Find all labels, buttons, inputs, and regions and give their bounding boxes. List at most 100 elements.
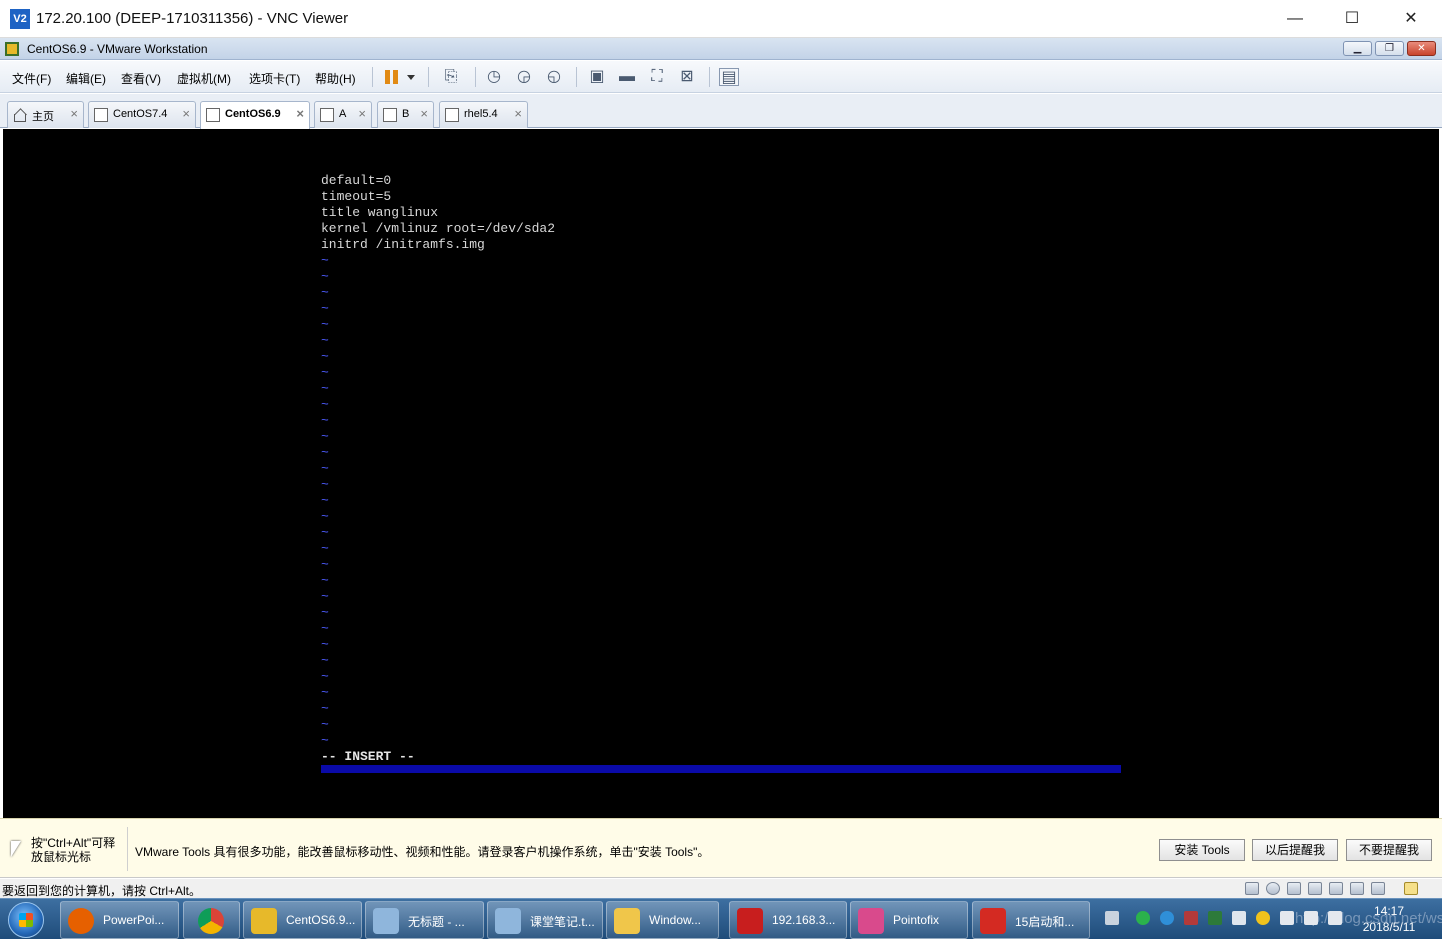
toolbar-separator — [428, 67, 429, 87]
tilde-marker: ~ — [321, 365, 329, 380]
empty-line-markers: ~ ~ ~ ~ ~ ~ ~ ~ ~ ~ ~ ~ ~ ~ ~ ~ ~ ~ ~ ~ ~ ~ ~ ~ ~ ~ ~ ~ ~ ~ ~ — [321, 253, 555, 749]
status-bar: 要返回到您的计算机，请按 Ctrl+Alt。 — [0, 879, 1442, 898]
toolbar-separator — [372, 67, 373, 87]
maximize-button[interactable]: ☐ — [1323, 0, 1381, 38]
printer-icon[interactable] — [1329, 882, 1343, 895]
vm-icon — [445, 108, 459, 122]
keyboard-icon[interactable] — [1105, 911, 1119, 925]
vm-icon — [383, 108, 397, 122]
system-clock[interactable]: 14:17 2018/5/11 — [1350, 903, 1428, 935]
tray-app-icon[interactable] — [1232, 911, 1246, 925]
vmware-restore-button[interactable]: ❐ — [1375, 41, 1404, 56]
network-adapter-icon[interactable] — [1287, 882, 1301, 895]
tilde-marker: ~ — [321, 397, 329, 412]
status-text: 要返回到您的计算机，请按 Ctrl+Alt。 — [2, 884, 202, 898]
tab-close-icon[interactable]: × — [182, 106, 190, 121]
remind-later-button[interactable]: 以后提醒我 — [1252, 839, 1338, 861]
menu-view[interactable]: 查看(V) — [121, 70, 161, 87]
never-remind-button[interactable]: 不要提醒我 — [1346, 839, 1432, 861]
tab-b[interactable]: B × — [377, 101, 434, 128]
taskbar-item[interactable]: 15启动和... — [972, 901, 1090, 939]
taskbar-item[interactable]: PowerPoi... — [60, 901, 179, 939]
tab-close-icon[interactable]: × — [514, 106, 522, 121]
thumbnail-bar-icon[interactable]: ▬ — [617, 68, 637, 86]
close-button[interactable]: ✕ — [1382, 0, 1440, 38]
menu-help[interactable]: 帮助(H) — [315, 70, 356, 87]
network-adapter-icon[interactable] — [1308, 882, 1322, 895]
usb-device-icon[interactable] — [1371, 882, 1385, 895]
tilde-marker: ~ — [321, 637, 329, 652]
library-view-icon[interactable]: ▣ — [587, 68, 607, 86]
unity-icon[interactable]: ⊠ — [677, 68, 697, 86]
snapshot-take-icon[interactable]: ◷ — [484, 68, 504, 86]
taskbar-item-label: Window... — [649, 913, 702, 927]
menu-tabs[interactable]: 选项卡(T) — [249, 70, 300, 87]
menu-vm[interactable]: 虚拟机(M) — [177, 70, 231, 87]
pause-icon[interactable] — [385, 70, 399, 84]
tilde-marker: ~ — [321, 685, 329, 700]
hard-disk-icon[interactable] — [1245, 882, 1259, 895]
tilde-marker: ~ — [321, 621, 329, 636]
buffer-line: initrd /initramfs.img — [321, 237, 485, 252]
message-log-icon[interactable] — [1404, 882, 1418, 895]
taskbar-item[interactable]: 课堂笔记.t... — [487, 901, 603, 939]
power-dropdown-icon[interactable] — [407, 75, 415, 80]
tab-home[interactable]: 主页 × — [7, 101, 84, 128]
tray-upload-icon[interactable] — [1160, 911, 1174, 925]
menu-file[interactable]: 文件(F) — [12, 70, 51, 87]
tab-a[interactable]: A × — [314, 101, 372, 128]
tab-close-icon[interactable]: × — [420, 106, 428, 121]
volume-icon[interactable] — [1328, 911, 1342, 925]
tab-rhel5-4[interactable]: rhel5.4 × — [439, 101, 528, 128]
menu-edit[interactable]: 编辑(E) — [66, 70, 106, 87]
fullscreen-icon[interactable]: ⛶ — [647, 68, 667, 86]
tab-close-icon[interactable]: × — [358, 106, 366, 121]
tilde-marker: ~ — [321, 333, 329, 348]
tray-app-icon[interactable] — [1136, 911, 1150, 925]
taskbar-item[interactable]: Window... — [606, 901, 719, 939]
tray-app-icon[interactable] — [1208, 911, 1222, 925]
vi-mode-indicator: -- INSERT -- — [321, 749, 415, 764]
taskbar-item-label: PowerPoi... — [103, 913, 165, 927]
tray-app-icon[interactable] — [1184, 911, 1198, 925]
tray-app-icon[interactable] — [1280, 911, 1294, 925]
notice-divider — [127, 827, 128, 871]
taskbar-item-label: 192.168.3... — [772, 913, 836, 927]
remote-desktop-icon — [737, 908, 763, 934]
windows-taskbar: PowerPoi... CentOS6.9... 无标题 - ... 课堂笔记.t..… — [0, 898, 1442, 939]
tray-app-icon[interactable] — [1256, 911, 1270, 925]
vmware-close-button[interactable]: ✕ — [1407, 41, 1436, 56]
snapshot-manager-icon[interactable]: ◵ — [544, 68, 564, 86]
install-tools-button[interactable]: 安装 Tools — [1159, 839, 1245, 861]
tab-close-icon[interactable]: × — [296, 106, 304, 121]
tilde-marker: ~ — [321, 253, 329, 268]
console-view-icon[interactable]: ▤ — [719, 68, 739, 86]
vnc-window-title: 172.20.100 (DEEP-1710311356) - VNC Viewe… — [36, 10, 349, 27]
taskbar-item[interactable]: Pointofix — [850, 901, 968, 939]
tab-centos7-4[interactable]: CentOS7.4 × — [88, 101, 196, 128]
taskbar-item[interactable]: 192.168.3... — [729, 901, 847, 939]
vm-console[interactable]: default=0 timeout=5 title wanglinux kernel … — [3, 129, 1439, 818]
tilde-marker: ~ — [321, 541, 329, 556]
taskbar-item[interactable]: 无标题 - ... — [365, 901, 484, 939]
start-button[interactable] — [8, 902, 44, 938]
cd-dvd-icon[interactable] — [1266, 882, 1280, 895]
snapshot-revert-icon[interactable]: ◶ — [514, 68, 534, 86]
tilde-marker: ~ — [321, 701, 329, 716]
send-keys-icon[interactable]: ⎘ — [441, 68, 461, 86]
tab-label: CentOS6.9 — [225, 108, 281, 120]
buffer-line: default=0 — [321, 173, 392, 188]
vmware-minimize-button[interactable]: ▁ — [1343, 41, 1372, 56]
tab-close-icon[interactable]: × — [70, 106, 78, 121]
taskbar-item[interactable] — [183, 901, 240, 939]
sound-card-icon[interactable] — [1350, 882, 1364, 895]
tab-centos6-9[interactable]: CentOS6.9 × — [200, 101, 310, 129]
taskbar-item-label: Pointofix — [893, 913, 940, 927]
tab-label: A — [339, 108, 347, 120]
tilde-marker: ~ — [321, 653, 329, 668]
network-icon[interactable] — [1304, 911, 1318, 925]
taskbar-item[interactable]: CentOS6.9... — [243, 901, 362, 939]
minimize-button[interactable]: — — [1266, 0, 1324, 38]
tab-label: B — [402, 108, 410, 120]
tilde-marker: ~ — [321, 269, 329, 284]
